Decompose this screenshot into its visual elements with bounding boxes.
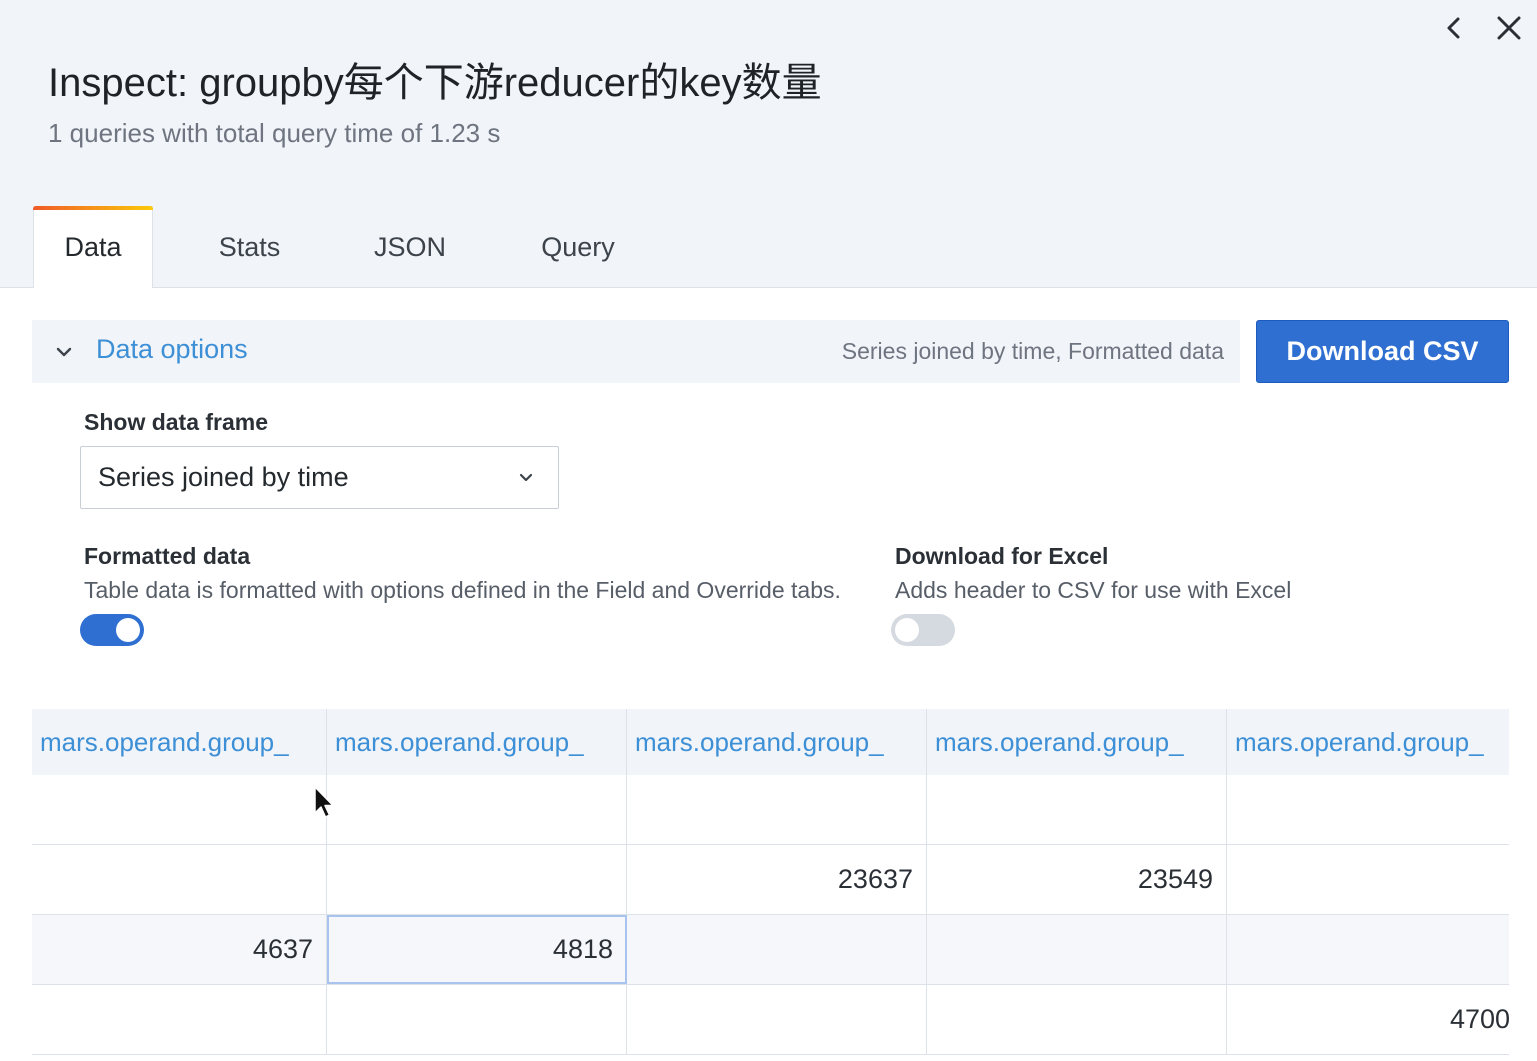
column-header[interactable]: mars.operand.group_	[32, 709, 327, 775]
table-cell[interactable]: 23549	[927, 845, 1227, 914]
table-cell[interactable]: 4700	[1227, 985, 1509, 1054]
table-cell[interactable]: 4637	[32, 915, 327, 984]
table-row	[32, 775, 1509, 845]
tab-data[interactable]: Data	[33, 206, 153, 288]
tab-stats[interactable]: Stats	[153, 206, 346, 288]
tab-data-label: Data	[64, 232, 122, 262]
formatted-data-description: Table data is formatted with options def…	[84, 577, 841, 603]
table-cell[interactable]	[32, 845, 327, 914]
tab-json-label: JSON	[373, 231, 446, 262]
formatted-data-toggle[interactable]	[80, 614, 144, 646]
download-excel-description: Adds header to CSV for use with Excel	[895, 577, 1292, 603]
table-cell[interactable]	[927, 985, 1227, 1054]
table-row: 4700	[32, 985, 1509, 1055]
table-header-row: mars.operand.group_ mars.operand.group_ …	[32, 709, 1509, 775]
table-cell[interactable]	[627, 985, 927, 1054]
table-cell[interactable]: 23637	[627, 845, 927, 914]
data-table: mars.operand.group_ mars.operand.group_ …	[32, 709, 1509, 1061]
data-options-title: Data options	[96, 334, 248, 364]
table-cell[interactable]	[327, 845, 627, 914]
show-data-frame-label: Show data frame	[84, 409, 269, 435]
query-summary: 1 queries with total query time of 1.23 …	[48, 118, 501, 148]
toggle-knob	[116, 618, 140, 642]
column-header[interactable]: mars.operand.group_	[327, 709, 627, 775]
column-header[interactable]: mars.operand.group_	[1227, 709, 1509, 775]
close-button[interactable]	[1491, 10, 1527, 46]
download-csv-button[interactable]: Download CSV	[1256, 320, 1509, 383]
tab-query[interactable]: Query	[474, 206, 682, 288]
chevron-down-icon	[518, 471, 534, 490]
table-row: 4637 4818	[32, 915, 1509, 985]
tab-query-label: Query	[541, 231, 615, 262]
column-header[interactable]: mars.operand.group_	[927, 709, 1227, 775]
data-frame-select[interactable]: Series joined by time	[80, 446, 559, 509]
table-cell[interactable]	[1227, 845, 1509, 914]
back-button[interactable]	[1436, 10, 1472, 46]
toggle-knob	[895, 618, 919, 642]
chevron-down-icon	[54, 342, 74, 362]
table-cell[interactable]	[1227, 775, 1509, 844]
data-options-summary: Series joined by time, Formatted data	[841, 338, 1224, 364]
inspect-tabs: Data Stats JSON Query	[33, 206, 682, 288]
table-cell[interactable]	[327, 775, 627, 844]
table-cell[interactable]	[1227, 915, 1509, 984]
tab-stats-label: Stats	[218, 231, 281, 262]
table-cell[interactable]	[627, 775, 927, 844]
table-cell[interactable]	[927, 915, 1227, 984]
inspect-header: Inspect: groupby每个下游reducer的key数量 1 quer…	[0, 0, 1537, 288]
formatted-data-label: Formatted data	[84, 543, 251, 569]
download-excel-label: Download for Excel	[895, 543, 1109, 569]
close-icon	[1496, 15, 1522, 41]
data-frame-select-value: Series joined by time	[98, 462, 349, 492]
download-excel-toggle[interactable]	[891, 614, 955, 646]
table-row: 23637 23549	[32, 845, 1509, 915]
table-cell[interactable]	[32, 775, 327, 844]
table-cell-value: 4700	[1450, 1004, 1509, 1034]
table-cell[interactable]	[927, 775, 1227, 844]
table-cell-selected[interactable]: 4818	[327, 915, 627, 984]
tab-json[interactable]: JSON	[346, 206, 474, 288]
table-cell[interactable]	[627, 915, 927, 984]
table-cell[interactable]	[32, 985, 327, 1054]
table-cell[interactable]	[327, 985, 627, 1054]
chevron-left-icon	[1444, 16, 1464, 40]
data-options-toggle[interactable]: Data options Series joined by time, Form…	[32, 320, 1240, 383]
column-header[interactable]: mars.operand.group_	[627, 709, 927, 775]
page-title: Inspect: groupby每个下游reducer的key数量	[48, 61, 822, 105]
